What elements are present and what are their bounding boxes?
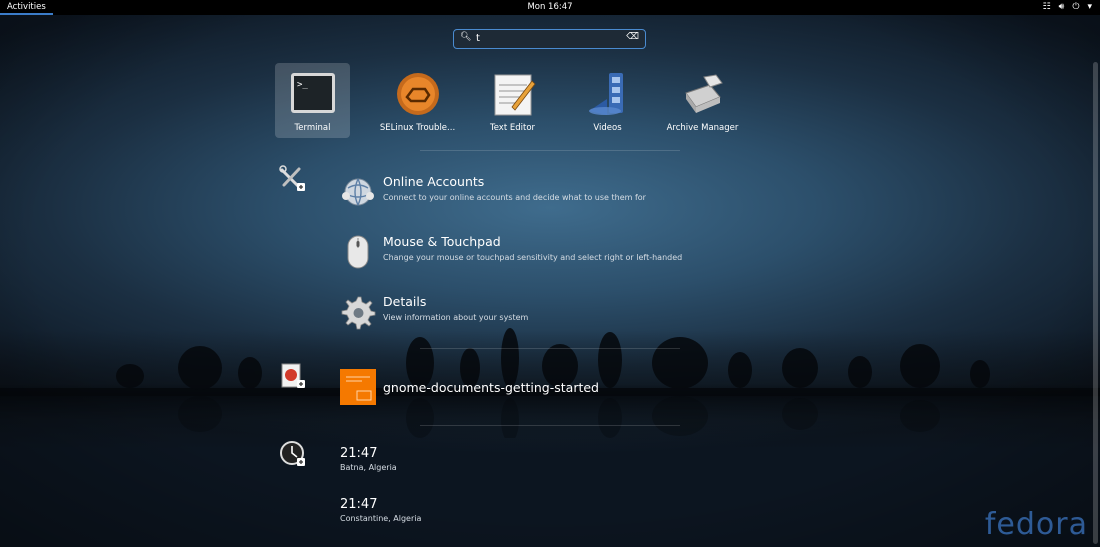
- search-icon: 🔍︎: [460, 32, 472, 42]
- fedora-logo: fedora: [984, 507, 1088, 542]
- app-label: Archive Manager: [666, 123, 739, 133]
- archive-manager-icon: [684, 74, 723, 113]
- power-icon[interactable]: ⏻: [1072, 0, 1079, 15]
- result-title: gnome-documents-getting-started: [383, 380, 599, 395]
- search-entry[interactable]: 🔍︎ t ⌫: [453, 29, 646, 49]
- app-selinux[interactable]: SELinux Trouble...: [370, 63, 465, 138]
- svg-text:>_: >_: [297, 80, 308, 90]
- app-label: Text Editor: [489, 123, 536, 133]
- app-text-editor[interactable]: Text Editor: [465, 63, 560, 138]
- app-label: SELinux Trouble...: [379, 123, 456, 133]
- separator: [420, 425, 680, 426]
- top-bar: Activities Mon 16:47 ☷ 🔊︎ ⏻ ▾: [0, 0, 1100, 15]
- selinux-icon: [396, 73, 439, 115]
- clear-icon[interactable]: ⌫: [626, 32, 639, 42]
- mouse-icon: [347, 235, 369, 269]
- terminal-icon: >_: [290, 73, 335, 113]
- app-archive-manager[interactable]: Archive Manager: [655, 63, 750, 138]
- videos-icon: [588, 73, 623, 115]
- settings-provider-icon[interactable]: [279, 165, 307, 193]
- online-accounts-icon: [342, 178, 374, 206]
- clocks-provider-icon[interactable]: [279, 440, 307, 468]
- document-icon: [340, 369, 376, 405]
- app-terminal[interactable]: >_ Terminal: [275, 63, 350, 138]
- search-input[interactable]: t: [476, 33, 480, 44]
- separator: [420, 348, 680, 349]
- app-label: Terminal: [294, 123, 331, 133]
- volume-icon[interactable]: 🔊︎: [1059, 0, 1065, 15]
- app-label: Videos: [593, 123, 622, 133]
- network-icon[interactable]: ☷: [1043, 0, 1051, 15]
- clock-city: Constantine, Algeria: [340, 514, 422, 523]
- clock-time: 21:47: [340, 497, 378, 512]
- clock-city: Batna, Algeria: [340, 463, 397, 472]
- result-title: Details: [383, 294, 427, 309]
- result-title: Online Accounts: [383, 174, 485, 189]
- clock-time: 21:47: [340, 446, 378, 461]
- documents-provider-icon[interactable]: [279, 362, 307, 390]
- gear-icon: [341, 296, 376, 330]
- result-description: Change your mouse or touchpad sensitivit…: [383, 253, 683, 262]
- system-tray[interactable]: ☷ 🔊︎ ⏻ ▾: [1043, 0, 1092, 15]
- text-editor-icon: [494, 74, 536, 116]
- result-world-clock[interactable]: 21:47 Constantine, Algeria: [340, 497, 421, 523]
- result-description: Connect to your online accounts and deci…: [383, 193, 646, 202]
- result-description: View information about your system: [383, 313, 529, 322]
- scrollbar[interactable]: [1093, 62, 1098, 544]
- clock-button[interactable]: Mon 16:47: [0, 0, 1100, 15]
- chevron-down-icon[interactable]: ▾: [1087, 0, 1092, 15]
- result-world-clock[interactable]: 21:47 Batna, Algeria: [340, 446, 397, 472]
- app-videos[interactable]: Videos: [560, 63, 655, 138]
- separator: [420, 150, 680, 151]
- result-title: Mouse & Touchpad: [383, 234, 501, 249]
- app-results: >_ Terminal SELinux Trouble... Text Edit…: [275, 63, 750, 138]
- background-trees: [0, 328, 1100, 438]
